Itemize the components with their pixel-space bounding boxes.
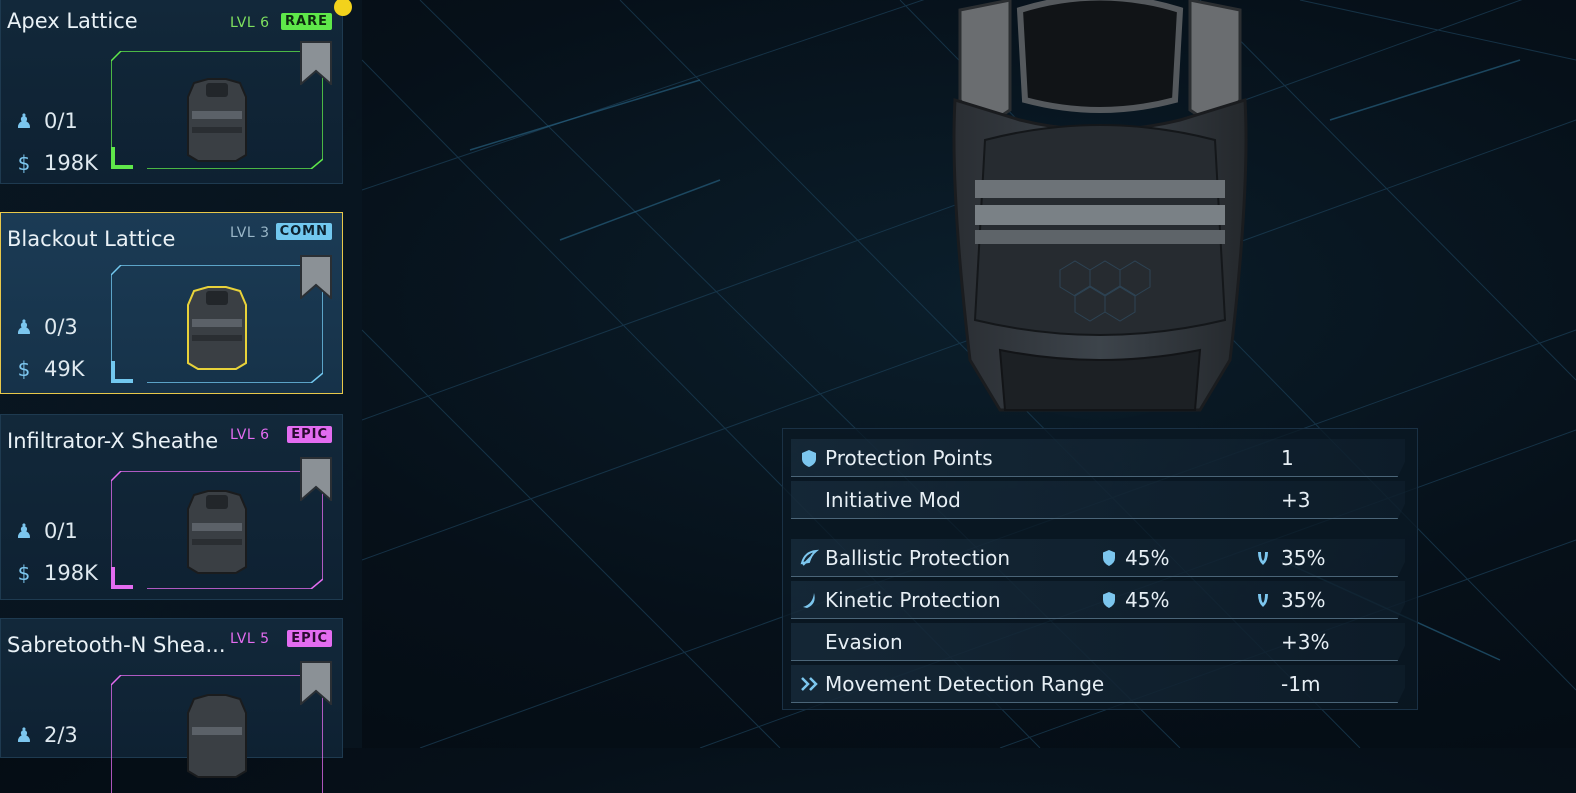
armor-card[interactable]: Sabretooth-N Shea... LVL 5 EPIC ♟ 2/3 — [0, 618, 343, 793]
item-level: LVL 6 — [230, 15, 270, 31]
stat-label: Movement Detection Range — [825, 672, 1105, 696]
item-name: Sabretooth-N Shea... — [7, 633, 226, 657]
notification-dot — [334, 0, 352, 16]
stat-value: +3 — [1281, 488, 1311, 512]
item-name: Apex Lattice — [7, 9, 138, 33]
stat-label: Protection Points — [825, 446, 993, 470]
person-icon: ♟ — [15, 723, 33, 747]
assigned-count: ♟ 0/1 — [13, 109, 78, 133]
assigned-count: ♟ 2/3 — [13, 723, 78, 747]
cost: $ 198K — [13, 561, 98, 585]
assigned-count: ♟ 0/3 — [13, 315, 78, 339]
bookmark-icon[interactable] — [300, 255, 332, 299]
rarity-badge: EPIC — [287, 426, 332, 443]
armor-card[interactable]: Apex Lattice LVL 6 RARE ♟ 0/1 $ 198K — [0, 0, 343, 184]
kinetic-icon — [803, 593, 815, 608]
item-name: Infiltrator-X Sheathe — [7, 429, 219, 453]
stat-value: -1m — [1281, 672, 1321, 696]
stat-row-movement-detection: Movement Detection Range -1m — [791, 665, 1405, 703]
credits-icon: $ — [17, 561, 31, 585]
stat-row-protection-points: Protection Points 1 — [791, 439, 1405, 477]
cost: $ 198K — [13, 151, 98, 175]
item-level: LVL 5 — [230, 631, 270, 647]
credits-icon: $ — [17, 151, 31, 175]
armor-protection-value: 45% — [1125, 546, 1170, 570]
armor-list: Apex Lattice LVL 6 RARE ♟ 0/1 $ 198K Bla… — [0, 0, 362, 793]
vest-thumbnail-icon — [187, 694, 247, 778]
person-icon: ♟ — [15, 519, 33, 543]
armor-card-selected[interactable]: Blackout Lattice LVL 3 COMN ♟ 0/3 $ 49K — [0, 212, 343, 394]
health-icon — [1258, 552, 1268, 565]
health-protection-value: 35% — [1281, 546, 1326, 570]
assigned-count: ♟ 0/1 — [13, 519, 78, 543]
stat-value: +3% — [1281, 630, 1330, 654]
armor-stats-panel: Protection Points 1 Initiative Mod +3 Ba… — [782, 428, 1418, 710]
armor-card[interactable]: Infiltrator-X Sheathe LVL 6 EPIC ♟ 0/1 $… — [0, 414, 343, 600]
person-icon: ♟ — [15, 109, 33, 133]
stat-label: Initiative Mod — [825, 488, 961, 512]
stat-row-evasion: Evasion +3% — [791, 623, 1405, 661]
rarity-badge: EPIC — [287, 630, 332, 647]
vest-thumbnail-icon — [187, 78, 247, 162]
stat-label: Kinetic Protection — [825, 588, 1001, 612]
vest-thumbnail-icon — [187, 490, 247, 574]
bookmark-icon[interactable] — [300, 661, 332, 705]
armor-preview-image — [940, 0, 1260, 420]
item-level: LVL 6 — [230, 427, 270, 443]
stat-row-kinetic: Kinetic Protection 45% 35% — [791, 581, 1405, 619]
health-protection-value: 35% — [1281, 588, 1326, 612]
double-chevron-icon — [801, 677, 818, 691]
armor-protection-value: 45% — [1125, 588, 1170, 612]
bookmark-icon[interactable] — [300, 457, 332, 501]
rarity-badge: COMN — [275, 223, 332, 240]
shield-icon — [1103, 592, 1115, 608]
stat-value: 1 — [1281, 446, 1294, 470]
shield-icon — [1103, 550, 1115, 566]
stat-row-ballistic: Ballistic Protection 45% 35% — [791, 539, 1405, 577]
stat-row-initiative: Initiative Mod +3 — [791, 481, 1405, 519]
stat-label: Ballistic Protection — [825, 546, 1010, 570]
health-icon — [1258, 594, 1268, 607]
bookmark-icon[interactable] — [300, 41, 332, 85]
ballistic-icon — [800, 549, 819, 566]
item-name: Blackout Lattice — [7, 227, 176, 251]
stat-label: Evasion — [825, 630, 903, 654]
cost: $ 49K — [13, 357, 85, 381]
credits-icon: $ — [17, 357, 31, 381]
person-icon: ♟ — [15, 315, 33, 339]
rarity-badge: RARE — [281, 13, 332, 30]
item-level: LVL 3 — [230, 225, 270, 241]
shield-icon — [802, 450, 816, 467]
vest-thumbnail-icon — [187, 286, 247, 370]
